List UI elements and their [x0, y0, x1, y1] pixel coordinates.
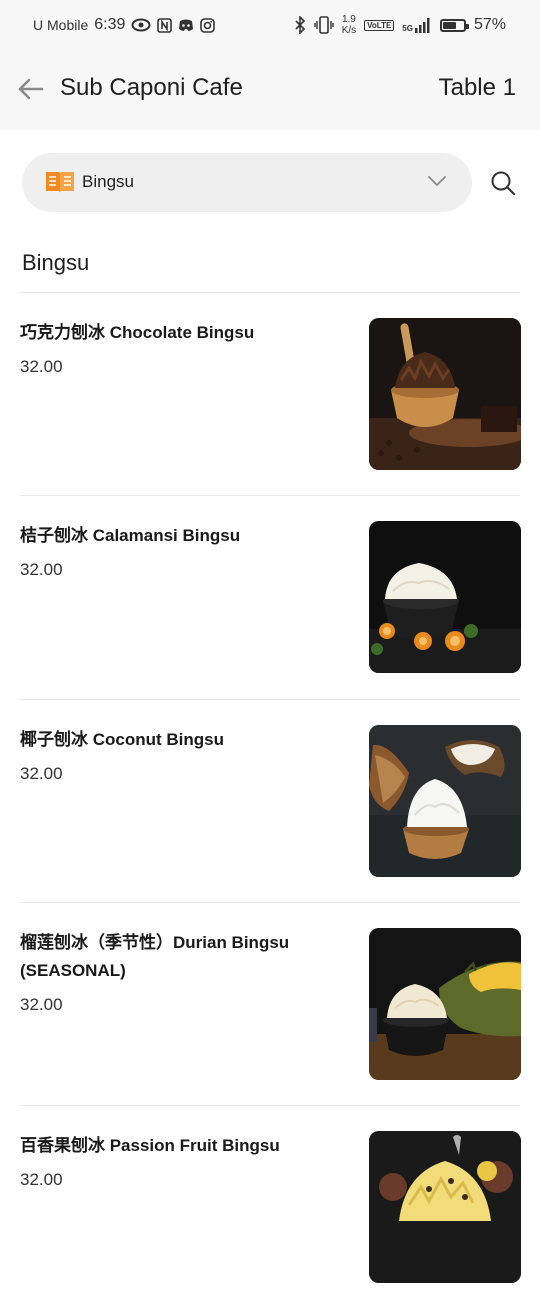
battery-fill [442, 21, 456, 29]
page-title: Sub Caponi Cafe [60, 74, 243, 101]
status-bar-right: 1.9 K/s VoLTE 5G 57% [294, 14, 506, 36]
bluetooth-icon [295, 16, 305, 34]
durian-bingsu-image [369, 928, 521, 1080]
item-name: 巧克力刨冰 Chocolate Bingsu [20, 323, 255, 342]
arrow-left-icon[interactable] [16, 74, 46, 104]
menu-item[interactable]: 桔子刨冰 Calamansi Bingsu 32.00 [0, 496, 540, 699]
chevron-down-icon [428, 176, 446, 186]
battery-icon [439, 18, 469, 32]
network-speed: 1.9 K/s [342, 14, 356, 36]
vibrate-icon [313, 16, 334, 34]
discord-icon [179, 19, 194, 31]
coconut-bingsu-image [369, 725, 521, 877]
battery-percent: 57% [473, 16, 506, 33]
passion-fruit-bingsu-image [369, 1131, 521, 1283]
network-type: 5G [402, 24, 413, 33]
calamansi-bingsu-image [369, 521, 521, 673]
menu-item[interactable]: 巧克力刨冰 Chocolate Bingsu 32.00 [0, 293, 540, 496]
menu-item[interactable]: 百香果刨冰 Passion Fruit Bingsu 32.00 [0, 1106, 540, 1309]
network-speed-value: 1.9 [341, 14, 356, 25]
status-bar-left: U Mobile 6:39 [33, 16, 216, 34]
menu-book-icon [46, 172, 74, 193]
network-speed-unit: K/s [341, 25, 357, 36]
selected-category: Bingsu [82, 172, 134, 191]
item-name: 椰子刨冰 Coconut Bingsu [20, 730, 224, 749]
category-dropdown[interactable]: Bingsu [22, 153, 472, 212]
search-icon[interactable] [488, 168, 518, 198]
menu-item[interactable]: 椰子刨冰 Coconut Bingsu 32.00 [0, 700, 540, 903]
instagram-icon [200, 17, 216, 33]
item-name: 榴莲刨冰（季节性）Durian Bingsu (SEASONAL) [20, 933, 290, 980]
item-price: 32.00 [20, 560, 63, 579]
item-price: 32.00 [20, 995, 63, 1014]
nfc-icon [157, 17, 173, 33]
item-price: 32.00 [20, 764, 63, 783]
signal-bars-icon [414, 18, 430, 33]
item-name: 百香果刨冰 Passion Fruit Bingsu [20, 1136, 280, 1155]
app-bar: Sub Caponi Cafe Table 1 [0, 52, 540, 130]
chocolate-bingsu-image [369, 318, 521, 470]
table-label: Table 1 [438, 74, 516, 101]
status-bar: U Mobile 6:39 1.9 K/s VoLTE 5G 57% [0, 0, 540, 52]
section-title: Bingsu [22, 250, 90, 275]
item-price: 32.00 [20, 357, 63, 376]
signal-icon: 5G [402, 17, 432, 33]
eye-icon [131, 18, 151, 32]
carrier-name: U Mobile [33, 17, 89, 33]
volte-badge: VoLTE [364, 19, 395, 31]
clock: 6:39 [94, 16, 126, 33]
item-price: 32.00 [20, 1170, 63, 1189]
menu-item[interactable]: 榴莲刨冰（季节性）Durian Bingsu (SEASONAL) 32.00 [0, 903, 540, 1105]
item-name: 桔子刨冰 Calamansi Bingsu [20, 526, 241, 545]
